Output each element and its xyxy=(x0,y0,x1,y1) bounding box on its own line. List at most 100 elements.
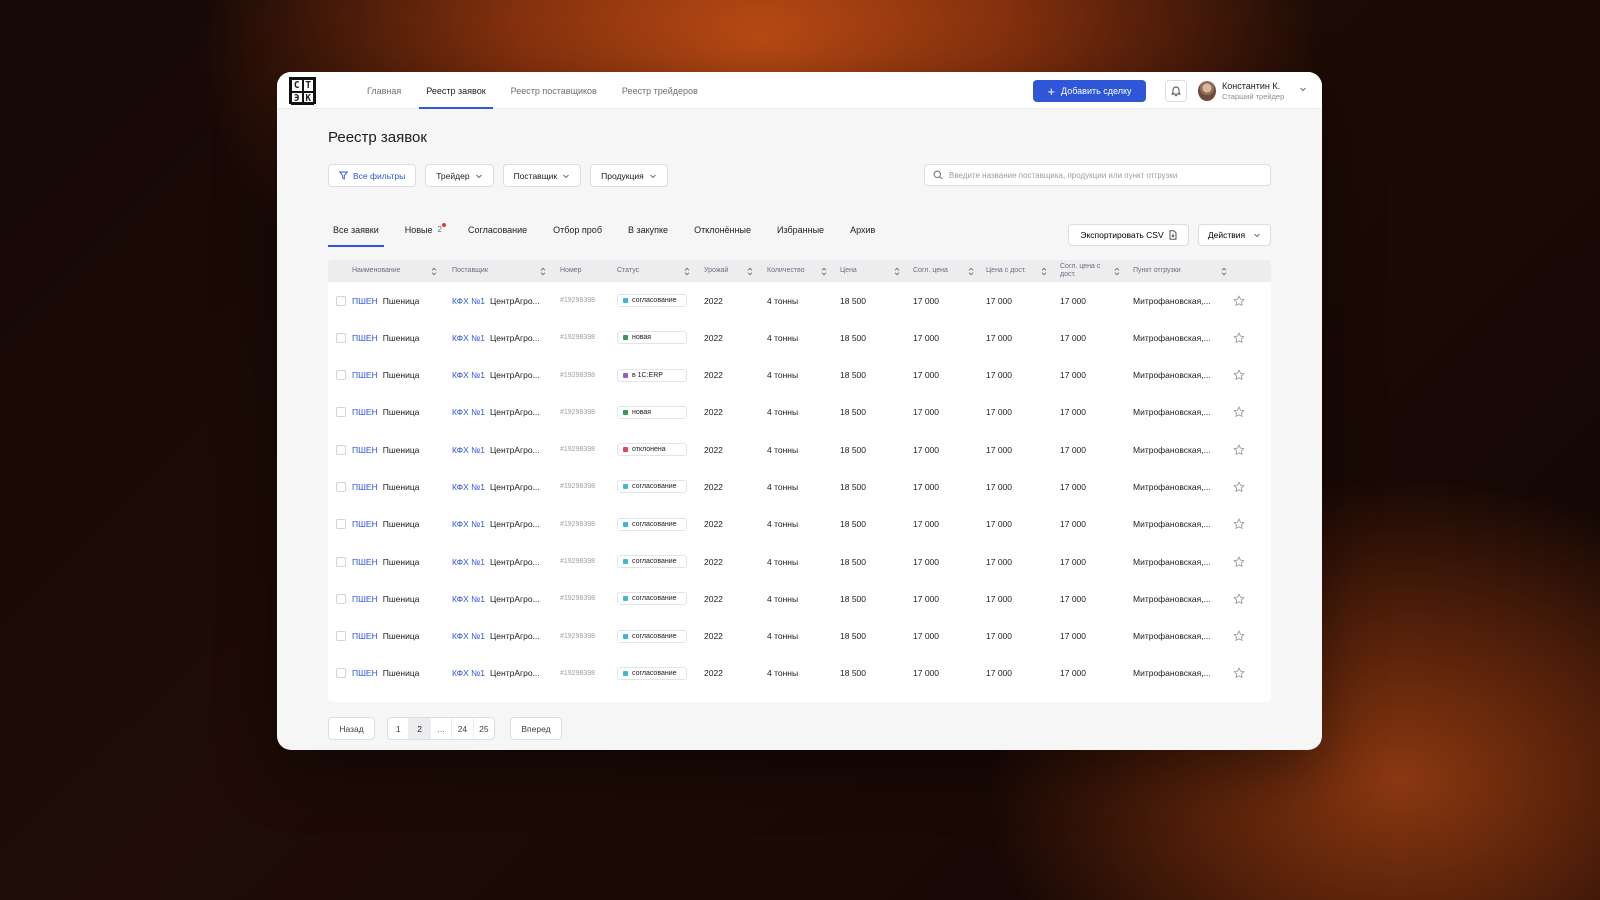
trader-filter-dropdown[interactable]: Трейдер xyxy=(425,164,494,187)
chevron-down-icon[interactable] xyxy=(1299,85,1307,93)
column-header[interactable]: Статус xyxy=(617,260,707,282)
nav-item-home[interactable]: Главная xyxy=(360,72,408,109)
all-filters-button[interactable]: Все фильтры xyxy=(328,164,417,187)
sort-icon[interactable] xyxy=(684,267,690,276)
page-button[interactable]: 25 xyxy=(474,718,494,739)
sort-icon[interactable] xyxy=(431,267,437,276)
nav-item-suppliers-registry[interactable]: Реестр поставщиков xyxy=(504,72,604,109)
star-icon[interactable] xyxy=(1233,556,1245,568)
table-row[interactable]: ПШЕН Пшеница КФХ №1 ЦентрАгро... #19298398 но… xyxy=(328,394,1271,431)
table-row[interactable]: ПШЕН Пшеница КФХ №1 ЦентрАгро... #19298398 но… xyxy=(328,319,1271,356)
row-checkbox[interactable] xyxy=(336,631,346,642)
tab-in-purchase[interactable]: В закупке xyxy=(623,217,673,247)
page-button[interactable]: 1 xyxy=(388,718,410,739)
tab-new[interactable]: Новые 2 xyxy=(400,217,447,247)
row-checkbox[interactable] xyxy=(336,668,346,679)
row-checkbox[interactable] xyxy=(336,407,346,418)
column-header[interactable]: Наименование xyxy=(352,260,442,282)
supplier-code-link[interactable]: КФХ №1 xyxy=(452,333,485,343)
row-checkbox[interactable] xyxy=(336,370,346,381)
product-code-link[interactable]: ПШЕН xyxy=(352,333,378,343)
sort-icon[interactable] xyxy=(540,267,546,276)
row-checkbox[interactable] xyxy=(336,519,346,530)
sort-icon[interactable] xyxy=(968,267,974,276)
star-icon[interactable] xyxy=(1233,518,1245,530)
star-icon[interactable] xyxy=(1233,369,1245,381)
product-code-link[interactable]: ПШЕН xyxy=(352,668,378,678)
supplier-code-link[interactable]: КФХ №1 xyxy=(452,668,485,678)
star-icon[interactable] xyxy=(1233,406,1245,418)
table-row[interactable]: ПШЕН Пшеница КФХ №1 ЦентрАгро... #19298398 от… xyxy=(328,431,1271,468)
product-code-link[interactable]: ПШЕН xyxy=(352,445,378,455)
product-code-link[interactable]: ПШЕН xyxy=(352,594,378,604)
product-code-link[interactable]: ПШЕН xyxy=(352,407,378,417)
avatar[interactable] xyxy=(1198,81,1216,101)
tab-sampling[interactable]: Отбор проб xyxy=(548,217,607,247)
supplier-code-link[interactable]: КФХ №1 xyxy=(452,519,485,529)
nav-item-requests-registry[interactable]: Реестр заявок xyxy=(419,72,494,109)
sort-icon[interactable] xyxy=(1114,267,1120,276)
sort-icon[interactable] xyxy=(821,267,827,276)
supplier-code-link[interactable]: КФХ №1 xyxy=(452,407,485,417)
sort-icon[interactable] xyxy=(747,267,753,276)
next-page-button[interactable]: Вперед xyxy=(510,717,562,740)
supplier-code-link[interactable]: КФХ №1 xyxy=(452,631,485,641)
page-button-current[interactable]: 2 xyxy=(409,718,431,739)
table-row[interactable]: ПШЕН Пшеница КФХ №1 ЦентрАгро... #19298398 со… xyxy=(328,543,1271,580)
column-header[interactable]: Поставщик xyxy=(452,260,542,282)
supplier-code-link[interactable]: КФХ №1 xyxy=(452,557,485,567)
star-icon[interactable] xyxy=(1233,332,1245,344)
star-icon[interactable] xyxy=(1233,593,1245,605)
tab-rejected[interactable]: Отклонённые xyxy=(689,217,756,247)
star-icon[interactable] xyxy=(1233,444,1245,456)
notifications-button[interactable] xyxy=(1165,80,1187,102)
product-filter-dropdown[interactable]: Продукция xyxy=(590,164,668,187)
product-code-link[interactable]: ПШЕН xyxy=(352,370,378,380)
tab-all-requests[interactable]: Все заявки xyxy=(328,217,384,247)
table-row[interactable]: ПШЕН Пшеница КФХ №1 ЦентрАгро... #19298398 со… xyxy=(328,506,1271,543)
search-input[interactable] xyxy=(949,170,1259,180)
product-code-link[interactable]: ПШЕН xyxy=(352,519,378,529)
logo[interactable]: С Т Э К xyxy=(289,77,316,105)
supplier-code-link[interactable]: КФХ №1 xyxy=(452,370,485,380)
supplier-code-link[interactable]: КФХ №1 xyxy=(452,482,485,492)
supplier-code-link[interactable]: КФХ №1 xyxy=(452,296,485,306)
supplier-filter-dropdown[interactable]: Поставщик xyxy=(502,164,582,187)
product-code-link[interactable]: ПШЕН xyxy=(352,482,378,492)
product-code-link[interactable]: ПШЕН xyxy=(352,631,378,641)
table-row[interactable]: ПШЕН Пшеница КФХ №1 ЦентрАгро... #19298398 со… xyxy=(328,655,1271,692)
tab-favorites[interactable]: Избранные xyxy=(772,217,829,247)
star-icon[interactable] xyxy=(1233,630,1245,642)
row-checkbox[interactable] xyxy=(336,481,346,492)
row-checkbox[interactable] xyxy=(336,556,346,567)
prev-page-button[interactable]: Назад xyxy=(328,717,375,740)
product-code-link[interactable]: ПШЕН xyxy=(352,296,378,306)
sort-icon[interactable] xyxy=(1221,267,1227,276)
sort-icon[interactable] xyxy=(894,267,900,276)
tab-archive[interactable]: Архив xyxy=(845,217,880,247)
page-button[interactable]: 24 xyxy=(452,718,474,739)
product-code-link[interactable]: ПШЕН xyxy=(352,557,378,567)
supplier-code-link[interactable]: КФХ №1 xyxy=(452,594,485,604)
star-icon[interactable] xyxy=(1233,667,1245,679)
actions-dropdown[interactable]: Действия xyxy=(1198,224,1271,246)
row-checkbox[interactable] xyxy=(336,444,346,455)
star-icon[interactable] xyxy=(1233,481,1245,493)
row-checkbox[interactable] xyxy=(336,593,346,604)
tab-approval[interactable]: Согласование xyxy=(463,217,532,247)
table-row[interactable]: ПШЕН Пшеница КФХ №1 ЦентрАгро... #19298398 со… xyxy=(328,580,1271,617)
nav-item-traders-registry[interactable]: Реестр трейдеров xyxy=(615,72,705,109)
column-header[interactable]: Пункт отгрузки xyxy=(1133,260,1223,282)
row-checkbox[interactable] xyxy=(336,295,346,306)
sort-icon[interactable] xyxy=(1041,267,1047,276)
column-header[interactable]: Согл. цена с дост. xyxy=(1060,260,1102,282)
export-csv-button[interactable]: Экспортировать CSV xyxy=(1068,224,1189,246)
table-row[interactable]: ПШЕН Пшеница КФХ №1 ЦентрАгро... #19298398 со… xyxy=(328,618,1271,655)
star-icon[interactable] xyxy=(1233,295,1245,307)
table-row[interactable]: ПШЕН Пшеница КФХ №1 ЦентрАгро... #19298398 в … xyxy=(328,357,1271,394)
table-row[interactable]: ПШЕН Пшеница КФХ №1 ЦентрАгро... #19298398 со… xyxy=(328,468,1271,505)
row-checkbox[interactable] xyxy=(336,332,346,343)
table-row[interactable]: ПШЕН Пшеница КФХ №1 ЦентрАгро... #19298398 со… xyxy=(328,282,1271,319)
add-deal-button[interactable]: + Добавить сделку xyxy=(1033,80,1146,102)
supplier-code-link[interactable]: КФХ №1 xyxy=(452,445,485,455)
